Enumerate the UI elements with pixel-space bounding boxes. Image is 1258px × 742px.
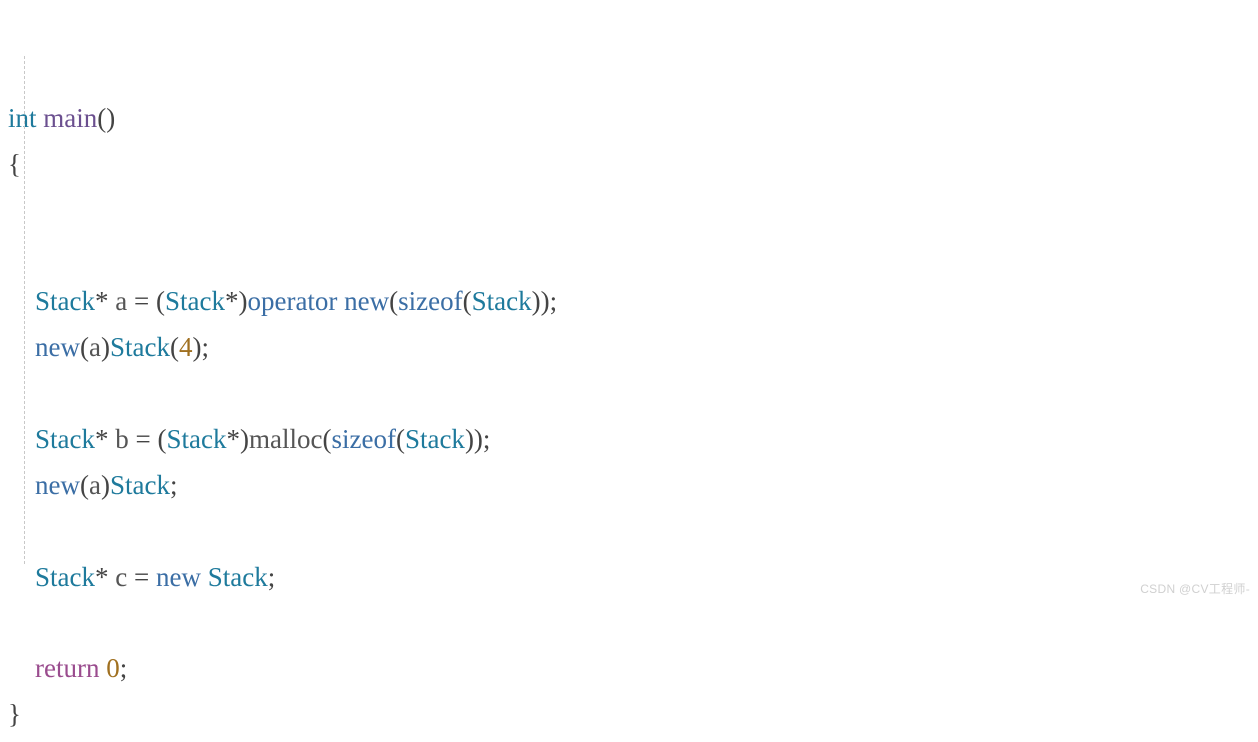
type-stack: Stack [35,424,95,454]
star: * [225,286,239,316]
paren-open: ( [156,286,165,316]
type-stack: Stack [472,286,532,316]
semicolon: ; [483,424,491,454]
paren-open: ( [463,286,472,316]
keyword-int: int [8,103,37,133]
type-stack: Stack [35,286,95,316]
paren-close: )) [465,424,483,454]
type-stack: Stack [405,424,465,454]
number-0: 0 [106,653,120,683]
paren-open: ( [389,286,398,316]
star: * [95,286,109,316]
paren-close: ) [101,470,110,500]
equals: = [136,424,151,454]
parens: () [97,103,115,133]
paren-open: ( [80,332,89,362]
keyword-sizeof: sizeof [331,424,395,454]
watermark: CSDN @CV工程师- [1140,579,1250,599]
var-a: a [89,332,101,362]
var-a: a [109,286,134,316]
type-stack: Stack [110,332,170,362]
paren-close: ) [101,332,110,362]
paren-close: )) [532,286,550,316]
number-4: 4 [179,332,193,362]
keyword-return: return [35,653,99,683]
keyword-operator: operator [247,286,337,316]
type-stack: Stack [110,470,170,500]
semicolon: ; [268,562,276,592]
type-stack: Stack [166,424,226,454]
var-a: a [89,470,101,500]
semicolon: ; [170,470,178,500]
space [99,653,106,683]
paren-open: ( [170,332,179,362]
space [201,562,208,592]
star: * [95,424,109,454]
paren-open: ( [80,470,89,500]
equals: = [134,562,149,592]
keyword-new: new [344,286,389,316]
keyword-new: new [156,562,201,592]
type-stack: Stack [35,562,95,592]
function-malloc: malloc [249,424,322,454]
indent-guide [24,56,25,564]
space [149,286,156,316]
code-editor: int main() { Stack* a = (Stack*)operator… [0,0,1258,742]
semicolon: ; [120,653,128,683]
paren-close: ) [240,424,249,454]
keyword-new: new [35,332,80,362]
type-stack: Stack [165,286,225,316]
semicolon: ; [201,332,209,362]
type-stack: Stack [208,562,268,592]
var-c: c [109,562,134,592]
equals: = [134,286,149,316]
var-b: b [109,424,136,454]
function-main: main [43,103,97,133]
paren-open: ( [396,424,405,454]
star: * [226,424,240,454]
space [149,562,156,592]
star: * [95,562,109,592]
keyword-sizeof: sizeof [398,286,462,316]
semicolon: ; [550,286,558,316]
keyword-new: new [35,470,80,500]
brace-close: } [8,699,21,729]
brace-open: { [8,149,21,179]
